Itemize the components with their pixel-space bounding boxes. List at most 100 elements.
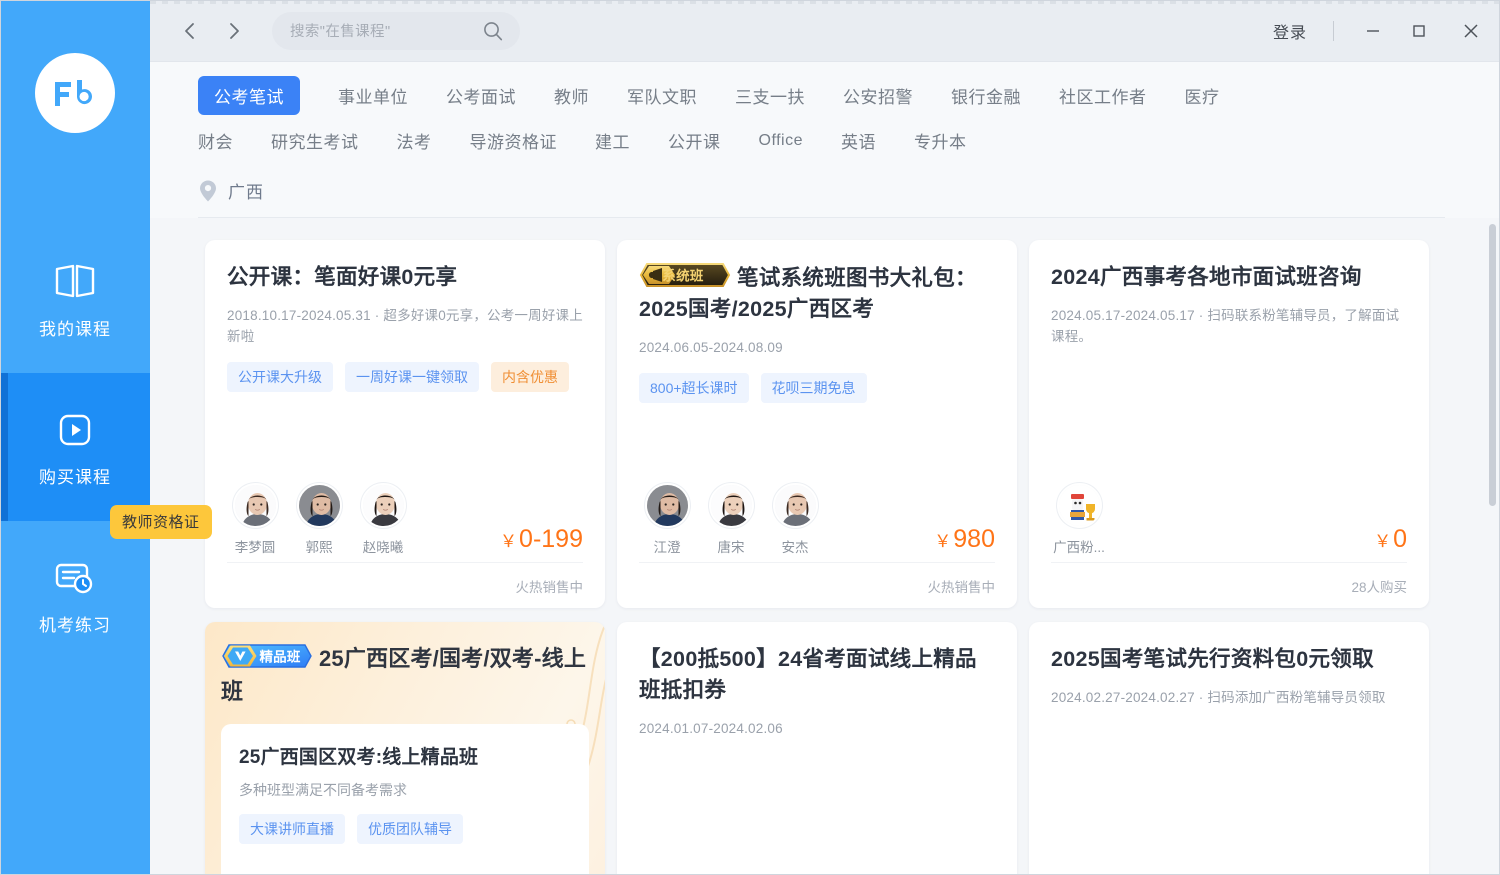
teacher-list: 广西粉...: [1051, 483, 1107, 556]
category-nav: 公考笔试事业单位公考面试教师军队文职三支一扶公安招警银行金融社区工作者医疗 财会…: [150, 62, 1500, 162]
teacher[interactable]: 唐宋: [703, 483, 759, 556]
sidebar-item-mock-exam[interactable]: 机考练习: [0, 521, 150, 669]
category-tab[interactable]: 建工: [595, 121, 630, 160]
course-subtitle: 2024.05.17-2024.05.17 · 扫码联系粉笔辅导员，了解面试课程…: [1051, 306, 1407, 348]
teacher[interactable]: 赵晓曦: [355, 483, 411, 556]
teacher[interactable]: 广西粉...: [1051, 483, 1107, 556]
category-tab[interactable]: 公开课: [668, 121, 721, 160]
teacher[interactable]: 李梦圆: [227, 483, 283, 556]
course-title-text: 【200抵500】24省考面试线上精品班抵扣券: [639, 647, 977, 702]
system-class-badge-icon: 系统班: [639, 262, 731, 288]
category-tab[interactable]: 法考: [397, 121, 432, 160]
sidebar-item-label: 机考练习: [39, 611, 111, 636]
sidebar-item-buy-courses[interactable]: 购买课程: [0, 373, 150, 521]
teacher-name: 郭熙: [291, 536, 347, 556]
course-card[interactable]: 2024广西事考各地市面试班咨询 2024.05.17-2024.05.17 ·…: [1029, 240, 1429, 608]
teacher-list: 江澄 唐宋 安杰: [639, 483, 823, 556]
teacher-name: 江澄: [639, 536, 695, 556]
svg-text:精品班: 精品班: [259, 649, 300, 665]
currency-symbol: ￥: [500, 532, 517, 551]
teacher-name: 广西粉...: [1051, 536, 1107, 556]
category-tab[interactable]: 导游资格证: [470, 121, 558, 160]
course-card[interactable]: 【200抵500】24省考面试线上精品班抵扣券 2024.01.07-2024.…: [617, 622, 1017, 875]
course-title: 系统班 笔试系统班图书大礼包：2025国考/2025广西区考: [639, 262, 995, 325]
category-tab[interactable]: 公安招警: [843, 76, 913, 115]
search-input[interactable]: 搜索"在售课程": [272, 12, 520, 50]
category-tab[interactable]: 银行金融: [951, 76, 1021, 115]
category-tab[interactable]: 医疗: [1185, 76, 1220, 115]
maximize-button[interactable]: [1396, 9, 1442, 53]
fenbi-logo-icon: [51, 78, 99, 108]
search-icon[interactable]: [482, 20, 504, 42]
course-tag[interactable]: 公开课大升级: [227, 362, 333, 392]
category-tab[interactable]: 研究生考试: [271, 121, 359, 160]
teacher[interactable]: 郭熙: [291, 483, 347, 556]
course-badge: 系统班: [639, 262, 731, 288]
course-title: 2025国考笔试先行资料包0元领取: [1051, 644, 1407, 675]
card-spacer: [639, 740, 995, 875]
region-label: 广西: [228, 178, 264, 203]
tag-list: 800+超长课时花呗三期免息: [639, 373, 995, 403]
avatar: [773, 483, 818, 528]
course-card[interactable]: 系统班 笔试系统班图书大礼包：2025国考/2025广西区考 2024.06.0…: [617, 240, 1017, 608]
promo-inner-subtitle: 多种班型满足不同备考需求: [239, 780, 571, 800]
card-spacer: [1051, 348, 1407, 483]
course-price: ￥980: [934, 525, 995, 556]
teacher-list: 李梦圆 郭熙 赵晓曦: [227, 483, 411, 556]
avatar: [1057, 483, 1102, 528]
course-status: 火热销售中: [639, 562, 995, 608]
sidebar: 我的课程 购买课程: [0, 0, 150, 875]
course-title-text: 2024广西事考各地市面试班咨询: [1051, 265, 1362, 289]
course-tag[interactable]: 内含优惠: [491, 362, 569, 392]
promo-inner-title: 25广西国区双考:线上精品班: [239, 742, 571, 769]
minimize-button[interactable]: [1350, 9, 1396, 53]
promo-inner-panel[interactable]: 25广西国区双考:线上精品班 多种班型满足不同备考需求 大课讲师直播优质团队辅导: [221, 724, 589, 875]
forward-button[interactable]: [212, 9, 256, 53]
sidebar-item-my-courses[interactable]: 我的课程: [0, 225, 150, 373]
course-tag[interactable]: 花呗三期免息: [761, 373, 867, 403]
course-tag[interactable]: 一周好课一键领取: [345, 362, 479, 392]
scrollbar-thumb[interactable]: [1489, 224, 1496, 506]
category-tab[interactable]: 事业单位: [338, 76, 408, 115]
course-title-text: 公开课：笔面好课0元享: [227, 265, 457, 289]
avatar: [645, 483, 690, 528]
login-button[interactable]: 登录: [1259, 13, 1321, 49]
avatar: [361, 483, 406, 528]
region-bar: 广西: [150, 162, 1500, 218]
category-tab[interactable]: 社区工作者: [1059, 76, 1147, 115]
course-subtitle: 2018.10.17-2024.05.31 · 超多好课0元享，公考一周好课上新…: [227, 306, 583, 348]
category-tab[interactable]: Office: [759, 125, 804, 157]
category-tab[interactable]: 英语: [841, 121, 876, 160]
close-button[interactable]: [1442, 9, 1500, 53]
course-card[interactable]: 2025国考笔试先行资料包0元领取 2024.02.27-2024.02.27 …: [1029, 622, 1429, 875]
course-subtitle: 2024.02.27-2024.02.27 · 扫码添加广西粉笔辅导员领取: [1051, 688, 1407, 709]
teacher[interactable]: 安杰: [767, 483, 823, 556]
teacher-row: 江澄 唐宋 安杰 ￥980: [639, 483, 995, 556]
minimize-icon: [1363, 21, 1383, 41]
course-card[interactable]: 公开课：笔面好课0元享 2018.10.17-2024.05.31 · 超多好课…: [205, 240, 605, 608]
card-spacer: [227, 392, 583, 483]
category-tab[interactable]: 专升本: [914, 121, 967, 160]
course-status: 火热销售中: [227, 562, 583, 608]
promo-course-card[interactable]: 精品班 25广西区考/国考/双考-线上班 25广西国区双考:线上精品班 多种班型…: [205, 622, 605, 875]
category-tab[interactable]: 财会: [198, 121, 233, 160]
teacher[interactable]: 江澄: [639, 483, 695, 556]
course-tag[interactable]: 大课讲师直播: [239, 814, 345, 844]
chevron-right-icon: [223, 20, 245, 42]
category-tab[interactable]: 三支一扶: [735, 76, 805, 115]
back-button[interactable]: [168, 9, 212, 53]
card-spacer: [1051, 709, 1407, 875]
category-tab[interactable]: 公考面试: [446, 76, 516, 115]
category-tab[interactable]: 教师: [554, 76, 589, 115]
course-tag[interactable]: 优质团队辅导: [357, 814, 463, 844]
main-pane: 搜索"在售课程" 登录: [150, 0, 1500, 875]
course-subtitle: 2024.06.05-2024.08.09: [639, 338, 995, 359]
monitor-clock-icon: [52, 555, 98, 601]
premium-class-badge-icon: 精品班: [221, 643, 313, 669]
course-grid: 公开课：笔面好课0元享 2018.10.17-2024.05.31 · 超多好课…: [150, 218, 1500, 875]
tag-list: 大课讲师直播优质团队辅导: [239, 814, 571, 844]
category-tab[interactable]: 军队文职: [627, 76, 697, 115]
region-selector[interactable]: 广西: [150, 172, 1500, 217]
course-tag[interactable]: 800+超长课时: [639, 373, 749, 403]
category-tab[interactable]: 公考笔试: [198, 76, 300, 115]
